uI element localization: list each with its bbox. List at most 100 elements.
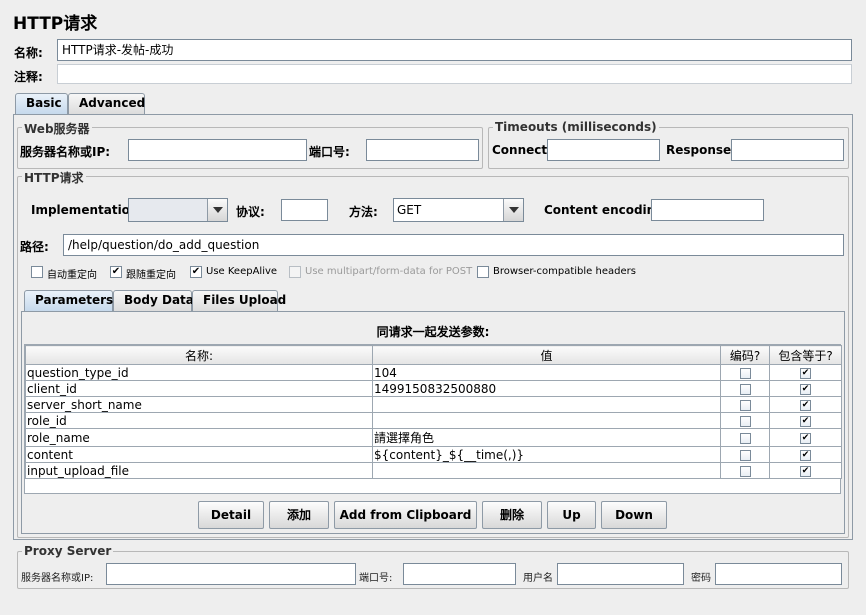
table-row[interactable]: server_short_name ✔ xyxy=(25,396,842,413)
param-value[interactable] xyxy=(372,462,721,479)
params-table-area[interactable]: 名称: 值 编码? 包含等于? question_type_id 104 ✔ c… xyxy=(24,344,842,494)
column-header-name[interactable]: 名称: xyxy=(25,345,373,365)
encode-checkbox[interactable] xyxy=(739,432,751,444)
param-name[interactable]: role_name xyxy=(25,428,373,447)
port-field[interactable] xyxy=(366,139,479,161)
comment-field[interactable] xyxy=(57,64,852,84)
include-equals-cell[interactable]: ✔ xyxy=(769,396,842,413)
implementation-label: Implementation: xyxy=(31,203,144,217)
proxy-server-field[interactable] xyxy=(106,563,356,585)
path-field[interactable]: /help/question/do_add_question xyxy=(63,234,844,256)
proxy-port-label: 端口号: xyxy=(359,573,393,584)
param-value[interactable]: 1499150832500880 xyxy=(372,380,721,397)
response-field[interactable] xyxy=(731,139,844,161)
implementation-select[interactable] xyxy=(128,198,228,222)
up-button[interactable]: Up xyxy=(547,501,596,529)
port-label: 端口号: xyxy=(309,145,350,159)
proxy-user-label: 用户名 xyxy=(523,573,553,584)
include-equals-cell[interactable]: ✔ xyxy=(769,462,842,479)
encode-cell[interactable] xyxy=(720,412,770,429)
method-select[interactable]: GET xyxy=(393,198,524,222)
follow-redirect-label: 跟随重定向 xyxy=(126,270,176,281)
proxy-password-field[interactable] xyxy=(715,563,842,585)
tab-parameters[interactable]: Parameters xyxy=(24,290,113,311)
param-name[interactable]: content xyxy=(25,446,373,463)
tab-advanced[interactable]: Advanced xyxy=(68,93,145,114)
include-equals-checkbox[interactable]: ✔ xyxy=(800,415,811,427)
column-header-value[interactable]: 值 xyxy=(372,345,721,365)
add-button[interactable]: 添加 xyxy=(269,501,329,529)
tab-basic[interactable]: Basic xyxy=(15,93,68,114)
multipart-label: Use multipart/form-data for POST xyxy=(305,266,473,277)
follow-redirect-checkbox[interactable]: ✔ xyxy=(110,266,122,278)
include-equals-cell[interactable]: ✔ xyxy=(769,364,842,381)
delete-button[interactable]: 删除 xyxy=(482,501,542,529)
detail-button[interactable]: Detail xyxy=(198,501,264,529)
keepalive-label: Use KeepAlive xyxy=(206,266,278,277)
encode-cell[interactable] xyxy=(720,462,770,479)
include-equals-cell[interactable]: ✔ xyxy=(769,380,842,397)
param-name[interactable]: input_upload_file xyxy=(25,462,373,479)
keepalive-checkbox[interactable]: ✔ xyxy=(190,266,202,278)
encode-cell[interactable] xyxy=(720,364,770,381)
browser-headers-checkbox[interactable] xyxy=(477,266,489,278)
include-equals-checkbox[interactable]: ✔ xyxy=(800,399,811,411)
web-server-legend: Web服务器 xyxy=(22,120,92,137)
protocol-field[interactable] xyxy=(281,199,328,221)
encode-cell[interactable] xyxy=(720,428,770,447)
auto-redirect-checkbox[interactable] xyxy=(31,266,43,278)
encode-cell[interactable] xyxy=(720,446,770,463)
include-equals-checkbox[interactable]: ✔ xyxy=(800,432,811,444)
comment-label: 注释: xyxy=(14,70,43,84)
param-name[interactable]: question_type_id xyxy=(25,364,373,381)
tab-body-data[interactable]: Body Data xyxy=(113,290,194,311)
param-value[interactable]: 104 xyxy=(372,364,721,381)
connect-field[interactable] xyxy=(547,139,660,161)
encode-checkbox[interactable] xyxy=(739,383,751,395)
encode-checkbox[interactable] xyxy=(739,399,751,411)
encode-checkbox[interactable] xyxy=(739,465,751,477)
tab-files-upload[interactable]: Files Upload xyxy=(192,290,286,311)
param-name[interactable]: server_short_name xyxy=(25,396,373,413)
down-button[interactable]: Down xyxy=(601,501,667,529)
include-equals-cell[interactable]: ✔ xyxy=(769,428,842,447)
chevron-down-icon[interactable] xyxy=(503,199,523,221)
include-equals-checkbox[interactable]: ✔ xyxy=(800,383,811,395)
include-equals-checkbox[interactable]: ✔ xyxy=(800,465,811,477)
table-row[interactable]: client_id 1499150832500880 ✔ xyxy=(25,380,842,397)
param-value[interactable] xyxy=(372,396,721,413)
param-value[interactable]: ${content}_${__time(,)} xyxy=(372,446,721,463)
column-header-include-equals[interactable]: 包含等于? xyxy=(769,345,842,365)
encode-checkbox[interactable] xyxy=(739,367,751,379)
table-row[interactable]: role_name 請選擇角色 ✔ xyxy=(25,428,842,447)
content-encoding-field[interactable] xyxy=(651,199,764,221)
proxy-password-label: 密码 xyxy=(691,573,711,584)
proxy-server-label: 服务器名称或IP: xyxy=(21,573,94,584)
encode-checkbox[interactable] xyxy=(739,449,751,461)
include-equals-checkbox[interactable]: ✔ xyxy=(800,449,811,461)
add-from-clipboard-button[interactable]: Add from Clipboard xyxy=(334,501,477,529)
proxy-user-field[interactable] xyxy=(557,563,684,585)
encode-cell[interactable] xyxy=(720,396,770,413)
param-value[interactable]: 請選擇角色 xyxy=(372,428,721,447)
table-row[interactable]: role_id ✔ xyxy=(25,412,842,429)
include-equals-cell[interactable]: ✔ xyxy=(769,446,842,463)
encode-cell[interactable] xyxy=(720,380,770,397)
server-name-label: 服务器名称或IP: xyxy=(20,145,111,159)
table-row[interactable]: question_type_id 104 ✔ xyxy=(25,364,842,381)
chevron-down-icon[interactable] xyxy=(207,199,227,221)
table-header-row: 名称: 值 编码? 包含等于? xyxy=(25,345,842,365)
encode-checkbox[interactable] xyxy=(739,415,751,427)
include-equals-checkbox[interactable]: ✔ xyxy=(800,367,811,379)
server-name-field[interactable] xyxy=(128,139,307,161)
table-row[interactable]: input_upload_file ✔ xyxy=(25,462,842,479)
name-field[interactable]: HTTP请求-发帖-成功 xyxy=(57,39,852,61)
param-name[interactable]: role_id xyxy=(25,412,373,429)
param-value[interactable] xyxy=(372,412,721,429)
table-row[interactable]: content ${content}_${__time(,)} ✔ xyxy=(25,446,842,463)
column-header-encode[interactable]: 编码? xyxy=(720,345,770,365)
include-equals-cell[interactable]: ✔ xyxy=(769,412,842,429)
proxy-port-field[interactable] xyxy=(403,563,516,585)
params-caption: 同请求一起发送参数: xyxy=(376,325,490,339)
param-name[interactable]: client_id xyxy=(25,380,373,397)
